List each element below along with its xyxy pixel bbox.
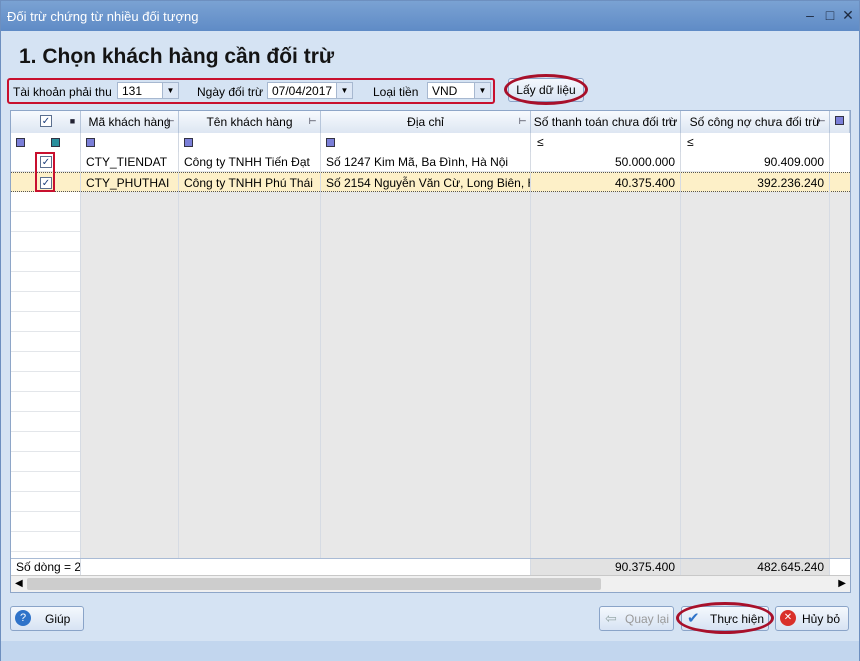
window-title: Đối trừ chứng từ nhiều đối tượng (7, 9, 199, 24)
col-header-name-label: Tên khách hàng (206, 115, 293, 129)
col-header-address[interactable]: Địa chỉ ⊢ (321, 111, 531, 133)
highlight-circle (676, 602, 774, 634)
page-title: 1. Chọn khách hàng cần đối trừ (19, 45, 335, 68)
dialog-window: Đối trừ chứng từ nhiều đối tượng – □ ✕ 1… (0, 0, 860, 661)
customer-grid: ✓ ■ Mã khách hàng ⊢ Tên khách hàng ⊢ Địa… (10, 110, 851, 593)
back-label: Quay lại (625, 612, 670, 626)
column-chooser-icon[interactable] (835, 116, 844, 125)
scroll-right-icon[interactable]: ▶ (838, 578, 846, 589)
currency-label: Loại tiền (373, 85, 419, 99)
filter-cell-address[interactable] (321, 133, 531, 152)
back-button[interactable]: ⇦ Quay lại (599, 606, 674, 631)
currency-value: VND (432, 84, 458, 98)
empty-area (179, 192, 321, 558)
customer-address: Số 2154 Nguyễn Văn Cừ, Long Biên, H (321, 173, 531, 193)
pin-icon[interactable]: ■ (68, 117, 77, 126)
pin-icon[interactable]: ⊢ (166, 117, 175, 126)
col-header-debt[interactable]: Số công nợ chưa đối trừ ⊢ (681, 111, 830, 133)
debt-amount: 90.409.000 (681, 152, 830, 172)
filter-icon[interactable] (86, 138, 95, 147)
cancel-icon: ✕ (780, 610, 796, 626)
arrow-left-icon: ⇦ (605, 610, 617, 626)
date-picker[interactable]: 07/04/2017 ▼ (267, 82, 353, 99)
help-icon: ? (15, 610, 31, 626)
table-row[interactable]: ✓ CTY_TIENDAT Công ty TNHH Tiến Đạt Số 1… (11, 152, 850, 172)
filter-operator[interactable]: ≤ (687, 135, 694, 149)
filter-cell-payment[interactable]: ≤ (531, 133, 681, 152)
cancel-label: Hủy bỏ (802, 612, 841, 626)
col-header-code-label: Mã khách hàng (88, 115, 171, 129)
filter-operator[interactable]: ≤ (537, 135, 544, 149)
title-bar: Đối trừ chứng từ nhiều đối tượng – □ ✕ (1, 1, 859, 31)
customer-name: Công ty TNHH Tiến Đạt (179, 152, 321, 172)
empty-area (321, 192, 531, 558)
column-chooser[interactable] (830, 111, 850, 133)
col-header-payment-label: Số thanh toán chưa đối trừ (533, 115, 678, 129)
help-button[interactable]: ? Giúp (10, 606, 84, 631)
customer-code: CTY_PHUTHAI (81, 173, 179, 193)
filter-cell-debt[interactable]: ≤ (681, 133, 830, 152)
filter-cell-code[interactable] (81, 133, 179, 152)
customer-code: CTY_TIENDAT (81, 152, 179, 172)
account-label: Tài khoản phải thu (13, 85, 112, 99)
col-header-address-label: Địa chỉ (407, 115, 444, 129)
pin-icon[interactable]: ⊢ (817, 117, 826, 126)
help-label: Giúp (45, 612, 71, 626)
filter-icon[interactable] (16, 138, 25, 147)
filter-icon[interactable] (184, 138, 193, 147)
debt-amount: 392.236.240 (681, 173, 830, 193)
filter-row: ≤ ≤ (11, 133, 850, 153)
customer-address: Số 1247 Kim Mã, Ba Đình, Hà Nội (321, 152, 531, 172)
col-header-payment[interactable]: Số thanh toán chưa đối trừ ⊢ (531, 111, 681, 133)
filter-cell-name[interactable] (179, 133, 321, 152)
pin-icon[interactable]: ⊢ (308, 117, 317, 126)
maximize-icon[interactable]: □ (821, 6, 839, 24)
grid-footer: Số dòng = 2 90.375.400 482.645.240 (11, 558, 850, 576)
close-icon[interactable]: ✕ (839, 6, 857, 24)
pin-icon[interactable]: ⊢ (668, 117, 677, 126)
row-count: Số dòng = 2 (11, 559, 81, 576)
empty-area (81, 192, 179, 558)
status-bar (1, 641, 859, 661)
empty-area (531, 192, 681, 558)
customer-name: Công ty TNHH Phú Thái (179, 173, 321, 193)
chevron-down-icon[interactable]: ▼ (474, 83, 490, 98)
filter-cell-select[interactable] (11, 133, 81, 152)
empty-area (681, 192, 830, 558)
cancel-button[interactable]: ✕ Hủy bỏ (775, 606, 849, 631)
select-all-checkbox[interactable]: ✓ (40, 115, 52, 127)
pin-icon[interactable]: ⊢ (518, 117, 527, 126)
select-all-header[interactable]: ✓ ■ (11, 111, 81, 133)
total-debt: 482.645.240 (681, 559, 830, 576)
empty-select-column (11, 192, 81, 558)
chevron-down-icon[interactable]: ▼ (336, 83, 352, 98)
minimize-icon[interactable]: – (801, 6, 819, 24)
col-header-code[interactable]: Mã khách hàng ⊢ (81, 111, 179, 133)
currency-combo[interactable]: VND ▼ (427, 82, 491, 99)
footer-spacer (81, 559, 531, 576)
scroll-thumb[interactable] (27, 578, 601, 590)
grid-header: ✓ ■ Mã khách hàng ⊢ Tên khách hàng ⊢ Địa… (11, 111, 850, 134)
total-payment: 90.375.400 (531, 559, 681, 576)
filter-checked-icon[interactable] (51, 138, 60, 147)
date-label: Ngày đối trừ (197, 85, 264, 99)
payment-amount: 50.000.000 (531, 152, 681, 172)
account-combo[interactable]: 131 ▼ (117, 82, 179, 99)
account-value: 131 (122, 84, 143, 98)
date-value: 07/04/2017 (272, 84, 333, 98)
highlight-circle (504, 74, 588, 105)
payment-amount: 40.375.400 (531, 173, 681, 193)
col-header-name[interactable]: Tên khách hàng ⊢ (179, 111, 321, 133)
col-header-debt-label: Số công nợ chưa đối trừ (689, 115, 821, 129)
chevron-down-icon[interactable]: ▼ (162, 83, 178, 98)
filter-icon[interactable] (326, 138, 335, 147)
horizontal-scrollbar[interactable]: ◀ ▶ (11, 575, 850, 592)
filter-bar: Tài khoản phải thu 131 ▼ Ngày đối trừ 07… (7, 78, 495, 104)
scroll-left-icon[interactable]: ◀ (15, 578, 23, 589)
checkbox-highlight (35, 152, 55, 192)
table-row[interactable]: ✓ CTY_PHUTHAI Công ty TNHH Phú Thái Số 2… (11, 172, 850, 193)
